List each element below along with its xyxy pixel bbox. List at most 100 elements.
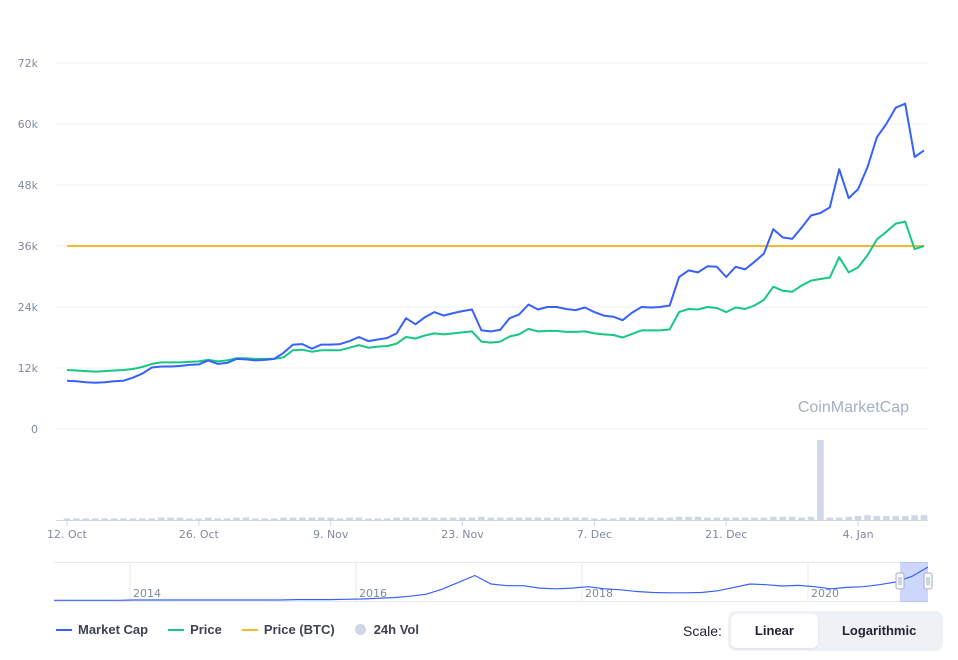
volume-bar	[412, 517, 419, 520]
x-tick-label: 21. Dec	[705, 528, 747, 541]
scale-switcher: Scale: Linear Logarithmic	[683, 611, 944, 651]
volume-bar	[788, 516, 796, 520]
x-tick-label: 26. Oct	[179, 528, 220, 541]
volume-bar	[129, 518, 137, 520]
y-tick-label: 24k	[18, 301, 39, 314]
x-axis-ticks: 12. Oct 26. Oct 9. Nov 23. Nov 7. Dec 21. Dec…	[47, 520, 928, 541]
volume-bar	[496, 517, 504, 520]
volume-bar	[817, 440, 824, 520]
volume-bar	[195, 518, 203, 520]
legend-label-market-cap: Market Cap	[78, 622, 149, 637]
volume-bar	[233, 517, 240, 520]
volume-bar	[430, 517, 438, 520]
legend-swatch-price-btc	[241, 628, 258, 631]
volume-bar	[525, 517, 532, 520]
volume-bar	[628, 517, 636, 520]
scale-linear-button[interactable]: Linear	[730, 614, 818, 648]
volume-bar	[562, 517, 570, 520]
volume-bar	[732, 517, 739, 520]
x-tick-label: 23. Nov	[441, 528, 484, 541]
chart-legend: Market Cap Price Price (BTC) 24h Vol	[56, 622, 439, 637]
navigator-year-label: 2014	[133, 587, 161, 600]
volume-bar	[280, 517, 287, 520]
scale-toggle: Linear Logarithmic	[727, 611, 944, 651]
volume-bar	[883, 516, 890, 520]
legend-label-price-btc: Price (BTC)	[263, 622, 335, 637]
volume-bars	[63, 440, 928, 520]
watermark: CoinMarketCap	[798, 399, 909, 416]
scale-label: Scale:	[683, 623, 722, 639]
volume-bar	[214, 518, 221, 520]
y-tick-label: 0	[31, 423, 38, 436]
volume-bar	[760, 517, 768, 520]
volume-bar	[854, 516, 862, 520]
series-line-market-cap	[66, 102, 925, 384]
volume-bar	[355, 517, 363, 520]
y-axis-ticks: 0 12k 24k 36k 48k 60k 72k	[18, 57, 39, 436]
volume-bar	[835, 517, 843, 520]
volume-bar	[675, 516, 683, 520]
volume-bar	[751, 517, 758, 520]
legend-item-price[interactable]: Price	[168, 622, 222, 637]
volume-bar	[581, 517, 589, 520]
volume-bar	[591, 518, 598, 520]
volume-bar	[308, 517, 316, 520]
volume-bar	[270, 518, 278, 520]
range-navigator[interactable]: 2014 2016 2018 2020	[54, 562, 933, 602]
legend-swatch-market-cap	[56, 628, 72, 631]
navigator-line	[54, 566, 929, 601]
volume-bar	[365, 518, 372, 520]
series-lines	[66, 102, 925, 384]
volume-bar	[657, 517, 664, 520]
volume-bar	[638, 517, 645, 520]
legend-swatch-price	[168, 628, 185, 631]
volume-bar	[459, 517, 466, 520]
volume-bar	[252, 518, 259, 520]
volume-bar	[157, 517, 165, 520]
x-tick-label: 4. Jan	[843, 528, 874, 541]
volume-bar	[864, 515, 871, 520]
volume-bar	[421, 517, 429, 520]
volume-bar	[73, 518, 80, 520]
volume-bar	[139, 518, 146, 520]
volume-bar	[176, 517, 184, 520]
volume-bar	[91, 518, 99, 520]
y-tick-label: 36k	[18, 240, 39, 253]
y-tick-label: 48k	[18, 179, 39, 192]
legend-item-volume[interactable]: 24h Vol	[354, 622, 419, 637]
volume-bar	[911, 515, 918, 520]
legend-item-market-cap[interactable]: Market Cap	[56, 622, 148, 637]
navigator-handle[interactable]	[895, 572, 905, 590]
volume-bar	[826, 517, 834, 520]
legend-item-price-btc[interactable]: Price (BTC)	[241, 622, 335, 637]
y-tick-label: 72k	[18, 57, 39, 70]
volume-bar	[242, 517, 250, 520]
volume-bar	[901, 516, 909, 520]
volume-bar	[807, 516, 815, 520]
volume-bar	[704, 517, 711, 520]
volume-bar	[798, 517, 805, 520]
legend-label-price: Price	[190, 622, 222, 637]
volume-bar	[261, 518, 269, 520]
volume-bar	[204, 517, 212, 520]
volume-bar	[468, 517, 476, 520]
volume-bar	[82, 518, 90, 520]
volume-bar	[120, 518, 127, 520]
scale-logarithmic-button[interactable]: Logarithmic	[818, 614, 940, 648]
volume-bar	[845, 516, 852, 520]
volume-bar	[223, 518, 231, 520]
navigator-handle[interactable]	[923, 572, 933, 590]
volume-bar	[779, 516, 787, 520]
volume-bar	[63, 518, 71, 520]
volume-bar	[449, 517, 457, 520]
price-chart: 0 12k 24k 36k 48k 60k 72k CoinMarketCap 12. Oc…	[18, 57, 933, 602]
volume-bar	[647, 517, 655, 520]
volume-bar	[317, 517, 325, 520]
volume-bar	[920, 515, 928, 520]
x-tick-label: 9. Nov	[313, 528, 349, 541]
legend-label-volume: 24h Vol	[373, 622, 419, 637]
volume-bar	[346, 517, 353, 520]
volume-bar	[534, 517, 542, 520]
volume-bar	[289, 517, 297, 520]
volume-bar	[299, 517, 306, 520]
